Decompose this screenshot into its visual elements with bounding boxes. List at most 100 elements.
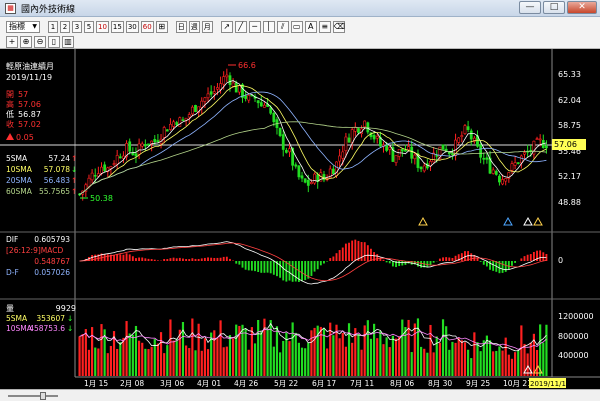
- minimize-button[interactable]: —: [519, 1, 541, 14]
- candle-body: [112, 163, 116, 165]
- box-tool-icon[interactable]: ▭: [290, 21, 303, 33]
- candle-body: [87, 177, 91, 188]
- price-tick: 58.75: [558, 121, 581, 130]
- candle-body: [288, 148, 291, 153]
- period-month-button[interactable]: 月: [201, 21, 213, 33]
- candle-body: [413, 154, 417, 160]
- candle-body: [222, 76, 226, 85]
- candle-body: [341, 151, 345, 159]
- candle-body: [172, 121, 175, 127]
- candle-body: [491, 169, 495, 174]
- maximize-button[interactable]: □: [543, 1, 565, 14]
- df-value: 0.057026: [34, 268, 70, 277]
- candle-body: [350, 129, 354, 144]
- period-week-button[interactable]: 週: [188, 21, 200, 33]
- x-tick-label: 7月 11: [350, 379, 374, 388]
- candle-body: [178, 117, 182, 127]
- period-day-button[interactable]: 日: [175, 21, 187, 33]
- candle-body: [212, 91, 216, 94]
- vol-sma10-arrow: ↓: [67, 324, 73, 333]
- volume-axis: 1200000 800000 400000: [558, 312, 594, 360]
- candle-body: [535, 138, 539, 140]
- layout-single-icon[interactable]: ▯: [48, 36, 60, 48]
- line-tool-icon[interactable]: ╱: [234, 21, 247, 33]
- sma10-value: 57.078: [44, 165, 70, 174]
- candle-body: [310, 182, 313, 185]
- sma5-label: 5SMA: [6, 154, 28, 163]
- dif-label: DIF: [6, 235, 18, 244]
- candle-body: [463, 125, 467, 134]
- x-tick-label: 8月 06: [390, 379, 414, 388]
- close-value: 57.02: [18, 120, 41, 129]
- candle-body: [482, 158, 486, 160]
- candle-body: [338, 155, 342, 162]
- zoom-slider-thumb[interactable]: [40, 392, 46, 400]
- x-tick-label: 1月 15: [84, 379, 108, 388]
- candle-body: [501, 179, 504, 185]
- period-5-button[interactable]: 5: [84, 21, 94, 33]
- indicator-dropdown[interactable]: 指標 ▼: [6, 21, 40, 33]
- crosshair-icon[interactable]: +: [6, 36, 18, 48]
- volume-label: 量: [6, 304, 14, 313]
- zoom-in-icon[interactable]: ⊕: [20, 36, 32, 48]
- vline-tool-icon[interactable]: │: [262, 21, 275, 33]
- x-tick-label: 6月 17: [312, 379, 336, 388]
- period-3-button[interactable]: 3: [72, 21, 82, 33]
- candle-body: [219, 83, 222, 90]
- candle-body: [284, 149, 288, 153]
- period-60-button[interactable]: 60: [140, 21, 154, 33]
- channel-tool-icon[interactable]: ⫽: [276, 21, 289, 33]
- close-button[interactable]: ✕: [567, 1, 597, 14]
- candle-body: [545, 145, 548, 149]
- candle-body: [231, 82, 235, 87]
- chart-area[interactable]: 66.6 50.38 輕原油連續月 2019/11/19 開 57 高 57.0…: [0, 49, 600, 389]
- arrow-tool-icon[interactable]: ↗: [220, 21, 233, 33]
- period-15-button[interactable]: 15: [110, 21, 124, 33]
- layout-split-icon[interactable]: ▥: [62, 36, 74, 48]
- fibonacci-tool-icon[interactable]: ≡: [318, 21, 331, 33]
- x-tick-label: 10月 21: [503, 379, 532, 388]
- toolbar-row-1: 指標 ▼ 1 2 3 5 10 15 30 60 ⊞ 日 週 月 ↗ ╱ ─ │ …: [6, 21, 345, 33]
- candle-body: [516, 162, 520, 164]
- macd-zero-label: 0: [558, 256, 563, 265]
- sma5-value: 57.24: [49, 154, 71, 163]
- period-30-button[interactable]: 30: [125, 21, 139, 33]
- sma10-label: 10SMA: [6, 165, 33, 174]
- grid-icon[interactable]: ⊞: [155, 21, 168, 33]
- volume-tick: 400000: [558, 351, 589, 360]
- volume-tick: 1200000: [558, 312, 594, 321]
- candle-body: [162, 127, 166, 138]
- low-label: 低: [6, 109, 14, 119]
- candle-body: [187, 114, 191, 118]
- period-1-button[interactable]: 1: [48, 21, 58, 33]
- candle-body: [385, 144, 389, 151]
- chart-app-icon: ▦: [5, 2, 16, 14]
- eraser-tool-icon[interactable]: ⌫: [332, 21, 345, 33]
- candle-body: [523, 152, 526, 155]
- chevron-down-icon: ▼: [32, 23, 37, 30]
- candle-body: [281, 134, 285, 150]
- candle-body: [244, 95, 248, 99]
- period-10-button[interactable]: 10: [96, 21, 109, 33]
- hline-tool-icon[interactable]: ─: [248, 21, 261, 33]
- x-tick-label: 9月 25: [466, 379, 490, 388]
- candle-body: [118, 156, 122, 159]
- candle-body: [513, 162, 517, 166]
- candle-body: [479, 145, 483, 158]
- macd-value: 0.548767: [34, 257, 70, 266]
- zoom-out-icon[interactable]: ⊖: [34, 36, 46, 48]
- macd-label: [26:12:9]MACD: [6, 246, 63, 255]
- candle-body: [394, 155, 398, 163]
- sma60-value: 55.7565: [39, 187, 70, 196]
- sma20-arrow: ↑: [71, 176, 77, 185]
- price-chart-svg: 66.6 50.38 輕原油連續月 2019/11/19 開 57 高 57.0…: [0, 49, 600, 389]
- candle-body: [206, 93, 210, 99]
- text-tool-icon[interactable]: A: [304, 21, 317, 33]
- zoom-slider-track[interactable]: [8, 395, 58, 397]
- candle-body: [200, 100, 204, 108]
- period-2-button[interactable]: 2: [60, 21, 70, 33]
- volume-tick: 800000: [558, 332, 589, 341]
- candle-body: [407, 146, 410, 151]
- candle-body: [435, 155, 439, 157]
- sma60-arrow: ↑: [71, 187, 77, 196]
